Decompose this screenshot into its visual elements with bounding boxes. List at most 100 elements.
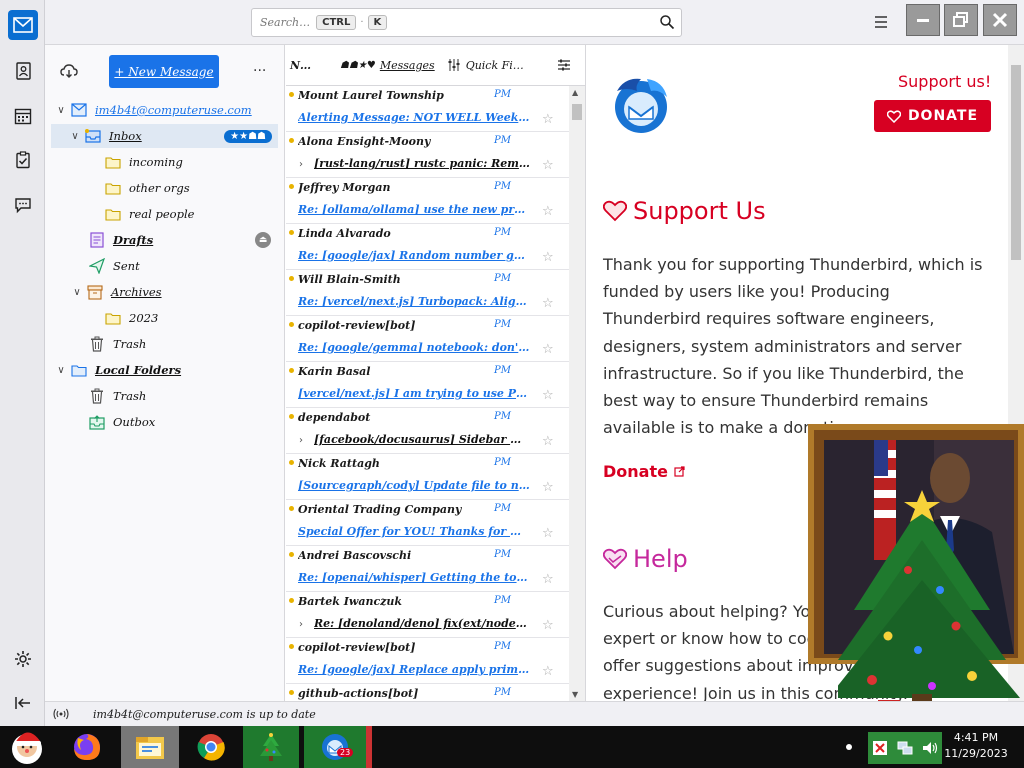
unread-indicator-icon[interactable] <box>289 92 294 97</box>
tasks-space-button[interactable] <box>8 145 38 175</box>
star-icon[interactable]: ☆ <box>542 526 554 541</box>
close-button[interactable] <box>983 4 1017 36</box>
scroll-up-icon[interactable]: ▲ <box>572 88 578 97</box>
star-icon[interactable]: ☆ <box>542 480 554 495</box>
security-alert-icon[interactable] <box>871 739 889 757</box>
scroll-down-icon[interactable]: ▼ <box>572 690 578 699</box>
thread-expand-icon[interactable]: › <box>299 619 303 630</box>
folder-real-people[interactable]: real people <box>105 202 194 226</box>
unread-indicator-icon[interactable] <box>289 506 294 511</box>
star-icon[interactable]: ☆ <box>542 158 554 173</box>
unread-indicator-icon[interactable] <box>289 322 294 327</box>
donate-button[interactable]: DONATE <box>874 100 991 132</box>
thread-row[interactable]: Bartek Iwanczuk PM › Re: [denoland/deno] fi… <box>286 592 585 638</box>
quick-filter-icon[interactable] <box>447 58 461 72</box>
folder-inbox[interactable]: ∨ Inbox ★★☗☗ <box>51 124 278 148</box>
christmas-tree-taskbar-button[interactable] <box>243 726 299 768</box>
star-icon[interactable]: ☆ <box>542 618 554 633</box>
thread-row[interactable]: Will Blain-Smith PM Re: [vercel/next.js] T… <box>286 270 585 316</box>
settings-button[interactable] <box>8 644 38 674</box>
thread-row[interactable]: Nick Rattagh PM [Sourcegraph/cody] Update … <box>286 454 585 500</box>
file-explorer-taskbar-button[interactable] <box>121 726 179 768</box>
donate-link[interactable]: Donate <box>603 462 685 481</box>
star-icon[interactable]: ☆ <box>542 664 554 679</box>
folder-archive-year[interactable]: 2023 <box>105 306 158 330</box>
network-icon[interactable] <box>896 739 914 757</box>
unread-indicator-icon[interactable] <box>289 368 294 373</box>
search-box[interactable]: Search… CTRL · K <box>251 8 682 37</box>
minimize-button[interactable] <box>906 4 940 36</box>
thread-row[interactable]: Karin Basal PM [vercel/next.js] I am tryin… <box>286 362 585 408</box>
unread-indicator-icon[interactable] <box>289 690 294 695</box>
thread-row[interactable]: Andrei Bascovschi PM Re: [openai/whisper] … <box>286 546 585 592</box>
star-icon[interactable]: ☆ <box>542 250 554 265</box>
column-header-messages[interactable]: Messages <box>380 59 435 72</box>
firefox-taskbar-button[interactable] <box>62 726 112 768</box>
restore-button[interactable] <box>944 4 978 36</box>
folder-trash[interactable]: Trash <box>89 332 146 356</box>
thread-row[interactable]: Oriental Trading Company PM Special Offer … <box>286 500 585 546</box>
thread-row[interactable]: github-actions[bot]PM☆ <box>286 684 585 701</box>
folder-local-folders[interactable]: ∨ Local Folders <box>55 358 181 382</box>
christmas-tree-widget[interactable] <box>838 490 1024 724</box>
unread-indicator-icon[interactable] <box>289 644 294 649</box>
mail-space-button[interactable] <box>8 10 38 40</box>
calendar-space-button[interactable] <box>8 101 38 131</box>
chevron-down-icon[interactable]: ∨ <box>71 287 83 298</box>
unread-indicator-icon[interactable] <box>289 230 294 235</box>
star-icon[interactable]: ☆ <box>542 204 554 219</box>
search-icon[interactable] <box>659 14 675 30</box>
chevron-down-icon[interactable]: ∨ <box>55 105 67 116</box>
unread-indicator-icon[interactable] <box>289 552 294 557</box>
star-icon[interactable]: ☆ <box>542 572 554 587</box>
thread-expand-icon[interactable]: › <box>299 435 303 446</box>
support-us-link[interactable]: Support us! <box>898 72 991 91</box>
thread-scrollbar[interactable]: ▲ ▼ <box>569 86 585 701</box>
folder-other-orgs[interactable]: other orgs <box>105 176 190 200</box>
column-header-name[interactable]: N… <box>290 59 320 72</box>
unread-indicator-icon[interactable] <box>289 598 294 603</box>
folder-drafts[interactable]: Drafts ⏏ <box>89 228 277 252</box>
folder-account[interactable]: ∨ im4b4t@computeruse.com <box>55 98 280 122</box>
system-clock[interactable]: 4:41 PM 11/29/2023 <box>944 730 1008 762</box>
thread-row[interactable]: Jeffrey Morgan PM Re: [ollama/ollama] use … <box>286 178 585 224</box>
star-icon[interactable]: ☆ <box>542 434 554 449</box>
thread-row[interactable]: copilot-review[bot] PM Re: [google/jax] Re… <box>286 638 585 684</box>
folder-outbox[interactable]: Outbox <box>89 410 155 434</box>
chevron-down-icon[interactable]: ∨ <box>55 365 67 376</box>
get-messages-icon[interactable] <box>60 63 78 79</box>
quick-filter-label[interactable]: Quick Fi… <box>466 59 524 72</box>
chrome-taskbar-button[interactable] <box>187 726 235 768</box>
unread-indicator-icon[interactable] <box>289 276 294 281</box>
folder-pane-menu-button[interactable]: ··· <box>253 63 266 79</box>
tray-dot-icon[interactable] <box>846 744 852 750</box>
chat-space-button[interactable] <box>8 190 38 220</box>
new-message-button[interactable]: + New Message <box>109 55 219 88</box>
thread-expand-icon[interactable]: › <box>299 159 303 170</box>
collapse-spaces-button[interactable] <box>8 688 38 718</box>
star-icon[interactable]: ☆ <box>542 388 554 403</box>
thread-row[interactable]: dependabot PM › [facebook/docusaurus] Sideb… <box>286 408 585 454</box>
folder-incoming[interactable]: incoming <box>105 150 183 174</box>
display-options-icon[interactable] <box>557 58 571 72</box>
thread-row[interactable]: Mount Laurel Township PM Alerting Message:… <box>286 86 585 132</box>
scroll-thumb[interactable] <box>1011 65 1021 260</box>
star-icon[interactable]: ☆ <box>542 112 554 127</box>
unread-indicator-icon[interactable] <box>289 460 294 465</box>
unread-indicator-icon[interactable] <box>289 138 294 143</box>
unread-indicator-icon[interactable] <box>289 184 294 189</box>
start-button[interactable] <box>0 726 54 768</box>
volume-icon[interactable] <box>921 739 939 757</box>
chevron-down-icon[interactable]: ∨ <box>69 131 81 142</box>
scroll-thumb[interactable] <box>572 104 582 120</box>
unread-indicator-icon[interactable] <box>289 414 294 419</box>
folder-local-trash[interactable]: Trash <box>89 384 146 408</box>
thread-row[interactable]: Linda Alvarado PM Re: [google/jax] Random … <box>286 224 585 270</box>
folder-archives[interactable]: ∨ Archives <box>71 280 162 304</box>
folder-sent[interactable]: Sent <box>89 254 140 278</box>
thunderbird-taskbar-button[interactable]: 23 <box>304 726 366 768</box>
app-menu-icon[interactable] <box>872 13 890 31</box>
online-status-icon[interactable] <box>53 708 69 720</box>
star-icon[interactable]: ☆ <box>542 296 554 311</box>
star-icon[interactable]: ☆ <box>542 342 554 357</box>
